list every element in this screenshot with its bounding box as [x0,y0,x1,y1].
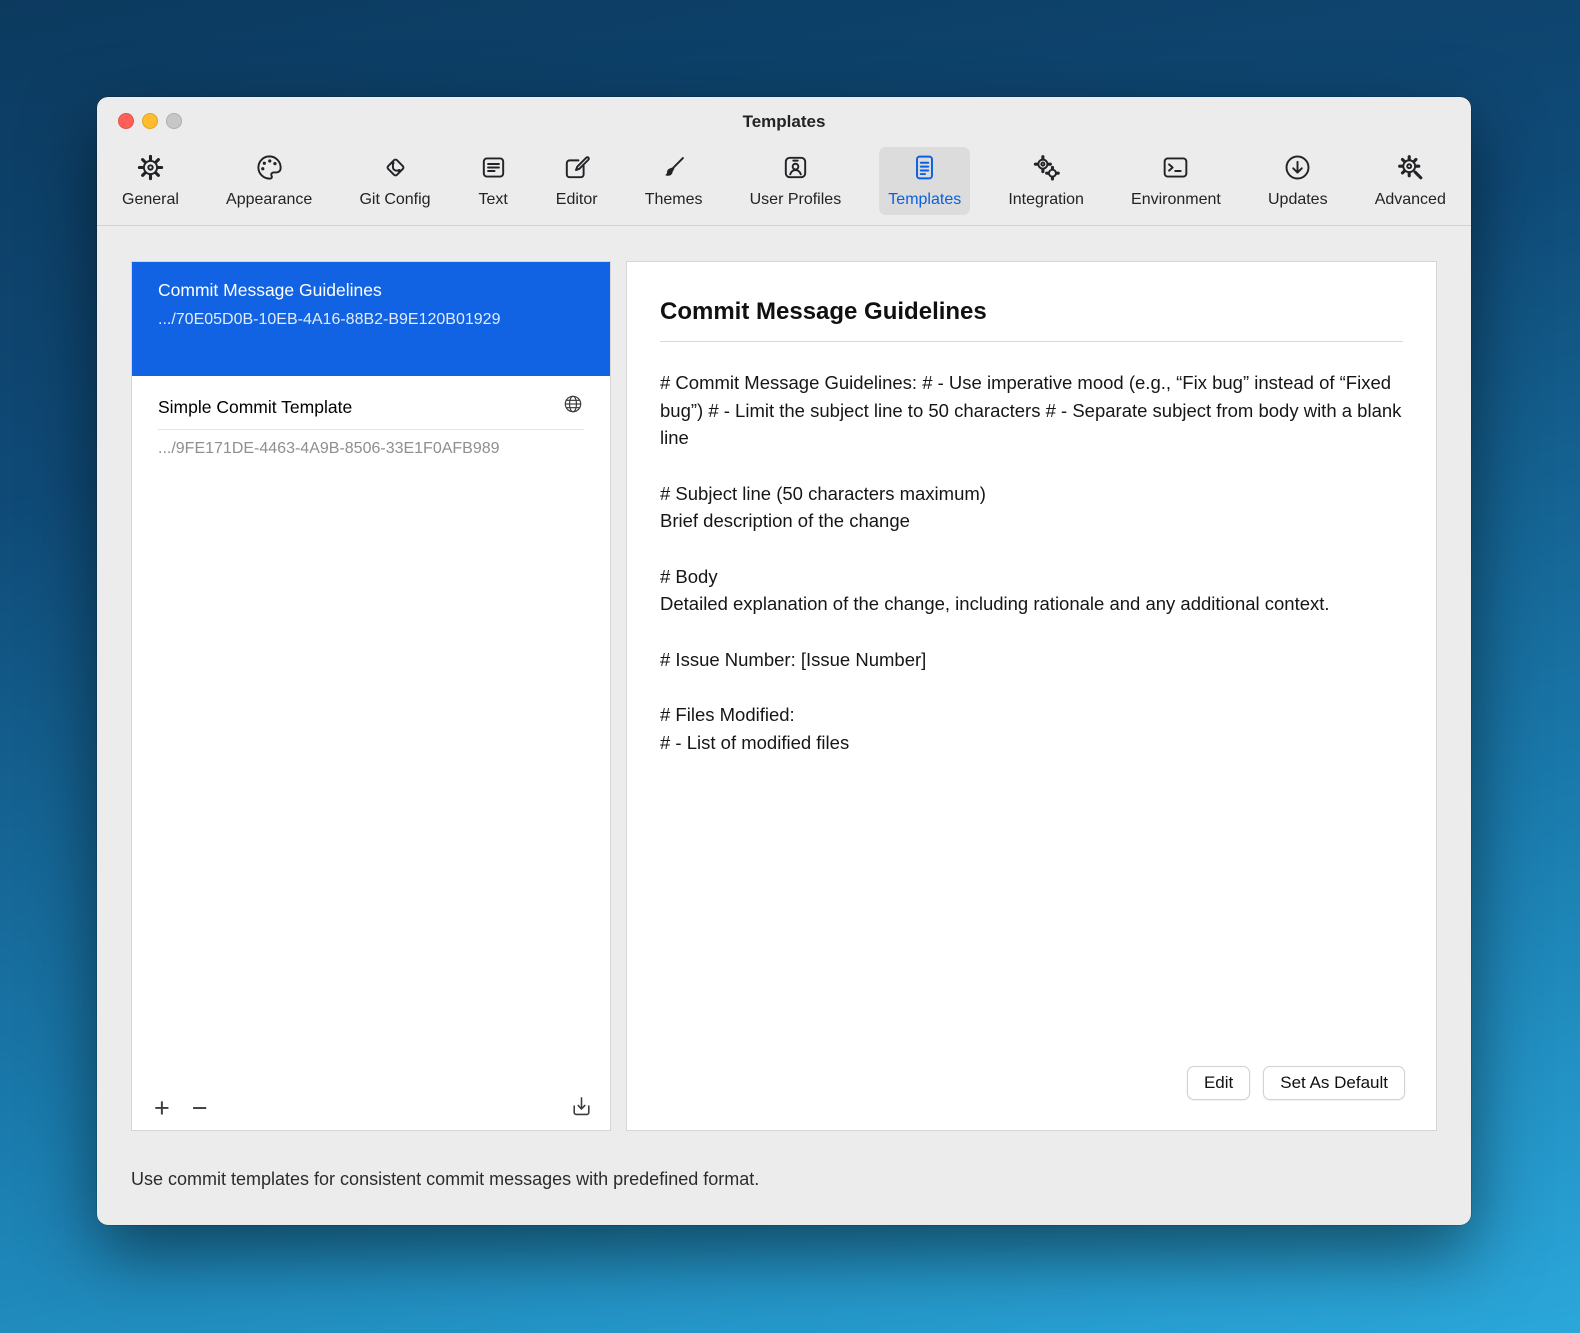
tab-label: Templates [888,190,961,209]
template-paragraph: # Files Modified: # - List of modified f… [660,701,1403,756]
template-title: Commit Message Guidelines [158,279,382,301]
detail-divider [660,341,1403,342]
terminal-icon [1160,152,1191,188]
pencil-square-icon [561,152,592,188]
globe-icon [562,393,584,420]
tab-appearance[interactable]: Appearance [217,147,321,215]
gear-icon [135,152,166,188]
templates-pane: Commit Message Guidelines .../70E05D0B-1… [97,226,1471,1131]
template-title: Simple Commit Template [158,396,352,418]
tab-themes[interactable]: Themes [636,147,712,215]
tab-label: Appearance [226,190,312,209]
edit-button[interactable]: Edit [1187,1066,1250,1100]
tab-templates[interactable]: Templates [879,147,970,215]
tab-environment[interactable]: Environment [1122,147,1230,215]
tab-label: Editor [556,190,598,209]
preferences-window: Templates General Appearance [97,97,1471,1225]
window-title: Templates [743,108,826,132]
detail-title: Commit Message Guidelines [660,298,1403,326]
tab-label: Integration [1008,190,1084,209]
add-template-button[interactable]: + [150,1095,174,1121]
import-template-button[interactable] [569,1094,594,1122]
list-item-commit-message-guidelines[interactable]: Commit Message Guidelines .../70E05D0B-1… [132,262,610,376]
tab-editor[interactable]: Editor [547,147,607,215]
list-item-simple-commit-template[interactable]: Simple Commit Template .../9FE171DE-4463… [132,376,610,473]
tab-text[interactable]: Text [469,147,518,215]
template-paragraph: # Commit Message Guidelines: # - Use imp… [660,369,1403,452]
import-icon [569,1107,594,1122]
template-path: .../9FE171DE-4463-4A9B-8506-33E1F0AFB989 [158,439,584,459]
template-detail-panel: Commit Message Guidelines # Commit Messa… [626,261,1437,1131]
desktop: { "window": { "title": "Templates" }, "t… [0,0,1580,1333]
list-controls: + − [150,1094,594,1122]
arrow-down-circle-icon [1282,152,1313,188]
tab-label: Advanced [1375,190,1446,209]
preferences-toolbar: General Appearance Git Config [97,143,1471,226]
template-paragraph: # Body Detailed explanation of the chang… [660,563,1403,618]
traffic-lights [118,113,182,129]
detail-actions: Edit Set As Default [1187,1066,1405,1100]
footer-description: Use commit templates for consistent comm… [97,1169,1471,1190]
palette-icon [254,152,285,188]
text-lines-icon [478,152,509,188]
tab-label: Environment [1131,190,1221,209]
tab-label: User Profiles [750,190,842,209]
remove-template-button[interactable]: − [188,1095,212,1121]
document-icon [909,152,940,188]
tab-general[interactable]: General [113,147,188,215]
set-as-default-button[interactable]: Set As Default [1263,1066,1405,1100]
tab-git-config[interactable]: Git Config [350,147,439,215]
template-paragraph: # Subject line (50 characters maximum) B… [660,480,1403,535]
git-branch-icon [380,152,411,188]
row-separator [158,429,584,430]
minimize-window-button[interactable] [142,113,158,129]
template-paragraph: # Issue Number: [Issue Number] [660,646,1403,674]
tab-label: Themes [645,190,703,209]
gears-icon [1031,152,1062,188]
template-list-panel: Commit Message Guidelines .../70E05D0B-1… [131,261,611,1131]
tab-user-profiles[interactable]: User Profiles [741,147,851,215]
template-body: # Commit Message Guidelines: # - Use imp… [660,369,1403,756]
close-window-button[interactable] [118,113,134,129]
gear-wrench-icon [1395,152,1426,188]
tab-advanced[interactable]: Advanced [1366,147,1455,215]
paintbrush-icon [658,152,689,188]
tab-label: Text [479,190,508,209]
zoom-window-button[interactable] [166,113,182,129]
tab-label: Updates [1268,190,1328,209]
tab-label: Git Config [359,190,430,209]
template-path: .../70E05D0B-10EB-4A16-88B2-B9E120B01929 [158,310,584,330]
tab-integration[interactable]: Integration [999,147,1093,215]
person-card-icon [780,152,811,188]
tab-updates[interactable]: Updates [1259,147,1337,215]
tab-label: General [122,190,179,209]
titlebar: Templates [97,97,1471,143]
